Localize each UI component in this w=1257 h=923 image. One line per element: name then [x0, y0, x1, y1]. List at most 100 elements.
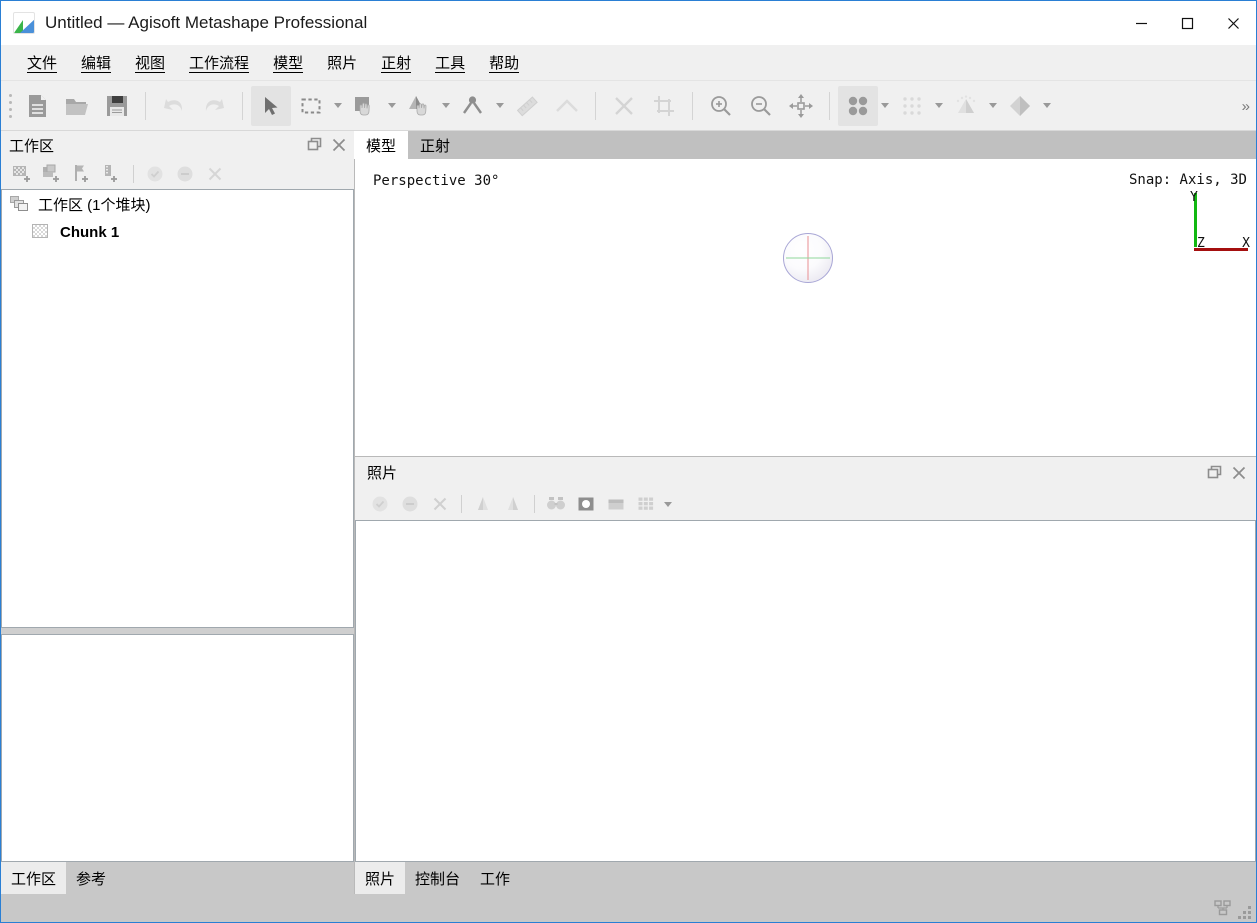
- rotate-region-icon[interactable]: [453, 86, 493, 126]
- float-panel-icon[interactable]: [1204, 462, 1226, 484]
- minimize-icon[interactable]: [1118, 1, 1164, 45]
- workspace-tree[interactable]: 工作区 (1个堆块) Chunk 1: [1, 189, 354, 628]
- add-camera-icon[interactable]: [97, 161, 127, 187]
- metashape-logo-icon: [13, 12, 35, 34]
- menu-ortho-label: 正射: [381, 55, 412, 73]
- menu-view[interactable]: 视图: [123, 48, 177, 77]
- status-bar: [1, 894, 1256, 922]
- tab-photos[interactable]: 照片: [355, 862, 406, 894]
- reference-pane[interactable]: [1, 634, 354, 862]
- menu-bar: 文件 编辑 视图 工作流程 模型 照片 正射 工具 帮助: [1, 45, 1256, 81]
- enable-photo-icon[interactable]: [365, 491, 395, 517]
- add-markers-icon[interactable]: [67, 161, 97, 187]
- mesh-shaded-icon[interactable]: [946, 86, 986, 126]
- navigation-sphere-icon[interactable]: [783, 233, 833, 283]
- left-dock: 工作区 工作区 (1个堆块) Chunk 1 工作区 参考: [1, 131, 354, 894]
- disable-icon[interactable]: [170, 161, 200, 187]
- workspace-panel-toolbar: [1, 159, 354, 189]
- tree-item-workspace-root[interactable]: 工作区 (1个堆块): [2, 190, 353, 218]
- tree-item-chunk-1[interactable]: Chunk 1: [2, 218, 353, 246]
- menu-ortho[interactable]: 正射: [369, 48, 423, 77]
- remove-icon[interactable]: [200, 161, 230, 187]
- maximize-icon[interactable]: [1164, 1, 1210, 45]
- enable-icon[interactable]: [140, 161, 170, 187]
- tab-reference[interactable]: 参考: [66, 862, 116, 894]
- tab-workspace[interactable]: 工作区: [1, 862, 67, 894]
- resize-region-icon[interactable]: [399, 86, 439, 126]
- menu-photo[interactable]: 照片: [315, 48, 369, 77]
- draw-polyline-icon[interactable]: [547, 86, 587, 126]
- zoom-in-icon[interactable]: [701, 86, 741, 126]
- thumbnail-icon[interactable]: [601, 491, 631, 517]
- add-photos-icon[interactable]: [37, 161, 67, 187]
- axis-y-label: Y: [1190, 190, 1198, 205]
- rectangle-selection-dropdown-icon[interactable]: [331, 86, 345, 126]
- close-panel-icon[interactable]: [1228, 462, 1250, 484]
- menu-model[interactable]: 模型: [261, 48, 315, 77]
- photos-panel-header: 照片: [355, 456, 1256, 488]
- close-panel-icon[interactable]: [328, 134, 350, 156]
- resize-region-dropdown-icon[interactable]: [439, 86, 453, 126]
- menu-view-label: 视图: [135, 55, 166, 73]
- dense-cloud-icon[interactable]: [892, 86, 932, 126]
- crop-icon[interactable]: [644, 86, 684, 126]
- point-cloud-icon[interactable]: [838, 85, 878, 126]
- axis-x-label: X: [1242, 236, 1250, 251]
- workspace-panel-title: 工作区: [9, 137, 55, 155]
- point-cloud-dropdown-icon[interactable]: [878, 86, 892, 126]
- reset-view-icon[interactable]: [781, 86, 821, 126]
- view-tab-bar: 模型 正射: [354, 131, 1256, 159]
- move-region-dropdown-icon[interactable]: [385, 86, 399, 126]
- rotate-region-dropdown-icon[interactable]: [493, 86, 507, 126]
- model-solid-dropdown-icon[interactable]: [1040, 86, 1054, 126]
- rotate-left-icon[interactable]: [468, 491, 498, 517]
- rotate-right-icon[interactable]: [498, 491, 528, 517]
- tab-console[interactable]: 控制台: [405, 862, 470, 894]
- panel-toolbar-separator: [461, 495, 462, 513]
- toolbar-drag-handle[interactable]: [5, 89, 15, 123]
- save-icon[interactable]: [97, 86, 137, 126]
- move-region-icon[interactable]: [345, 86, 385, 126]
- menu-help-label: 帮助: [489, 55, 520, 73]
- photo-view-icon[interactable]: [571, 491, 601, 517]
- delete-icon[interactable]: [604, 86, 644, 126]
- new-document-icon[interactable]: [17, 86, 57, 126]
- select-arrow-icon[interactable]: [251, 85, 291, 126]
- undo-icon[interactable]: [154, 86, 194, 126]
- toolbar-overflow-button[interactable]: »: [1238, 81, 1254, 130]
- dense-cloud-dropdown-icon[interactable]: [932, 86, 946, 126]
- snap-label: Snap: Axis, 3D: [1128, 172, 1247, 188]
- chunk-icon: [32, 224, 52, 240]
- menu-edit[interactable]: 编辑: [69, 48, 123, 77]
- right-area: 模型 正射 Perspective 30° Snap: Axis, 3D Y Z…: [354, 131, 1256, 894]
- match-photos-icon[interactable]: [541, 491, 571, 517]
- close-icon[interactable]: [1210, 1, 1256, 45]
- rectangle-selection-icon[interactable]: [291, 86, 331, 126]
- disable-photo-icon[interactable]: [395, 491, 425, 517]
- menu-help[interactable]: 帮助: [477, 48, 531, 77]
- network-monitor-icon[interactable]: [1210, 897, 1236, 919]
- menu-workflow[interactable]: 工作流程: [177, 48, 261, 77]
- redo-icon[interactable]: [194, 86, 234, 126]
- grid-view-dropdown-icon[interactable]: [661, 484, 675, 524]
- application-window: Untitled — Agisoft Metashape Professiona…: [0, 0, 1257, 923]
- tab-jobs[interactable]: 工作: [470, 862, 520, 894]
- remove-photo-icon[interactable]: [425, 491, 455, 517]
- resize-grip-icon[interactable]: [1238, 906, 1252, 920]
- model-solid-icon[interactable]: [1000, 86, 1040, 126]
- menu-file[interactable]: 文件: [15, 48, 69, 77]
- photos-thumbnail-area[interactable]: [355, 520, 1256, 862]
- model-viewport[interactable]: Perspective 30° Snap: Axis, 3D Y Z X: [354, 159, 1256, 456]
- projection-label: Perspective 30°: [373, 173, 500, 189]
- mesh-shaded-dropdown-icon[interactable]: [986, 86, 1000, 126]
- float-panel-icon[interactable]: [304, 134, 326, 156]
- open-folder-icon[interactable]: [57, 86, 97, 126]
- tab-ortho[interactable]: 正射: [408, 131, 462, 159]
- tab-model[interactable]: 模型: [354, 131, 409, 159]
- menu-edit-label: 编辑: [81, 55, 112, 73]
- menu-tools[interactable]: 工具: [423, 48, 477, 77]
- zoom-out-icon[interactable]: [741, 86, 781, 126]
- grid-view-icon[interactable]: [631, 491, 661, 517]
- add-chunk-icon[interactable]: [7, 161, 37, 187]
- ruler-icon[interactable]: [507, 86, 547, 126]
